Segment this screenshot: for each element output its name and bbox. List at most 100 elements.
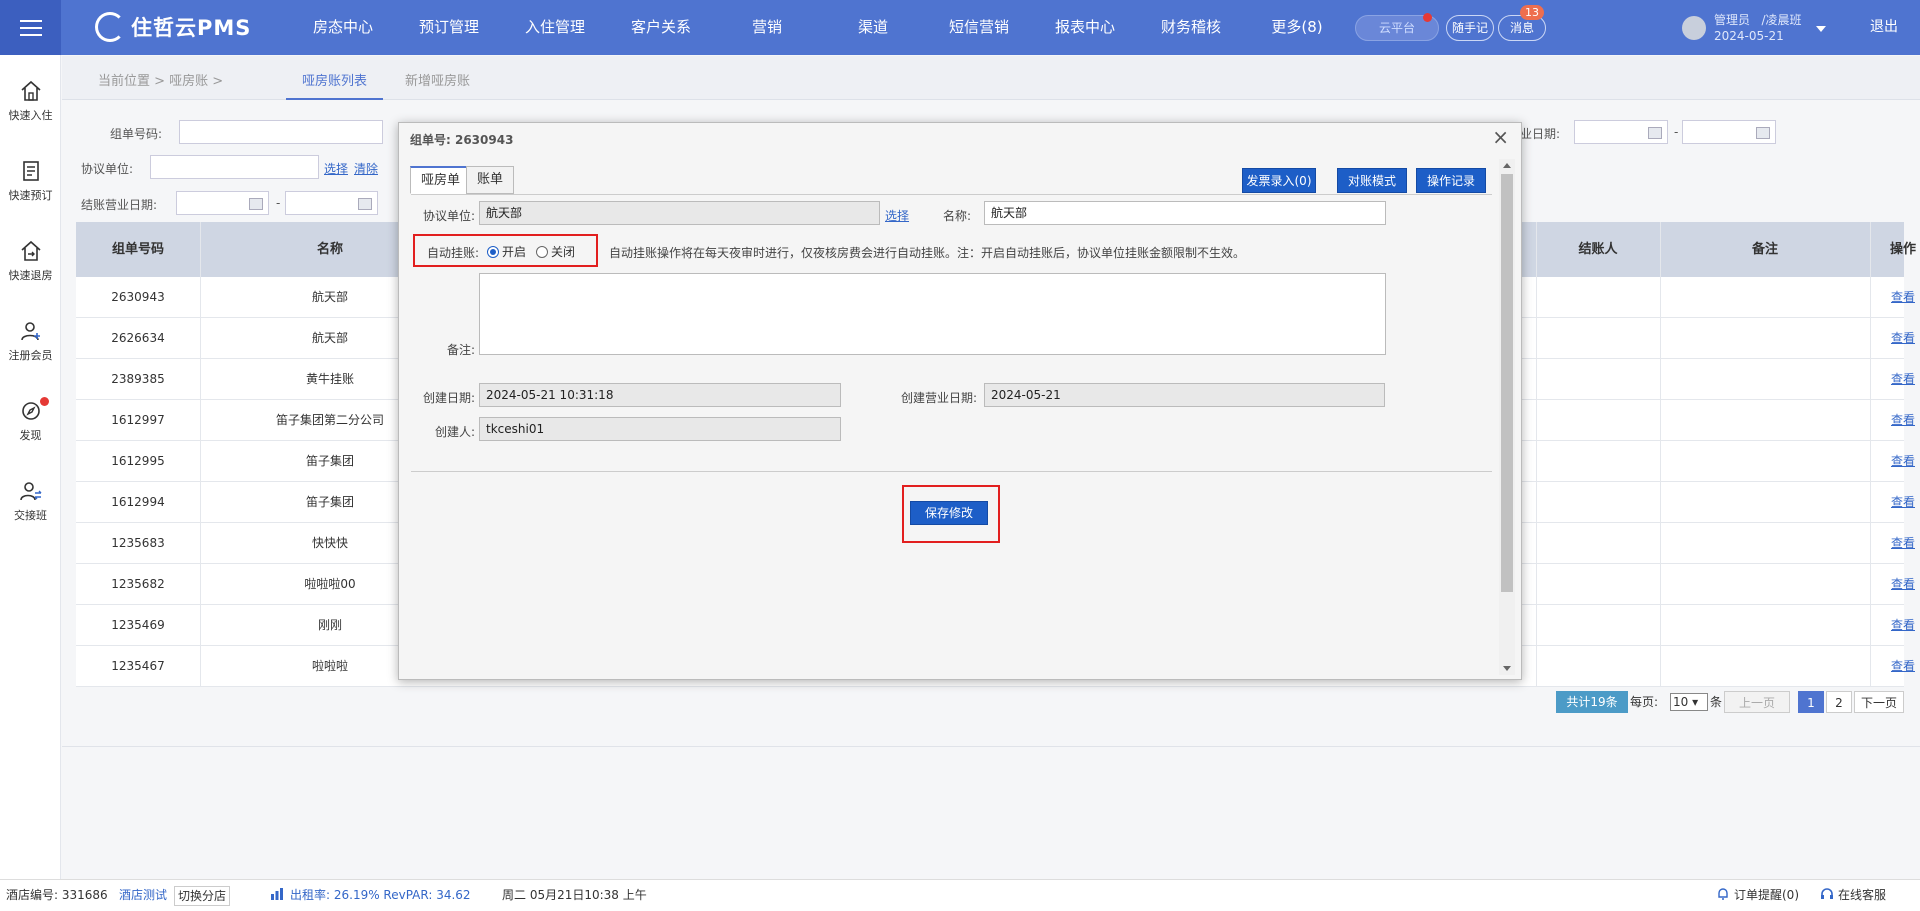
- select-agreement-link[interactable]: 选择: [885, 207, 909, 224]
- sidebar-item-label: 发现: [19, 429, 42, 442]
- auto-charge-note: 自动挂账操作将在每天夜审时进行，仅夜核房费会进行自动挂账。注：开启自动挂账后，协…: [609, 246, 1246, 260]
- cell-group-no: 1235683: [111, 536, 165, 550]
- avatar[interactable]: [1682, 16, 1706, 40]
- nav-room-status[interactable]: 房态中心: [290, 0, 396, 55]
- business-date-start[interactable]: [1574, 120, 1668, 144]
- sidebar-item-label: 交接班: [14, 509, 47, 522]
- nav-sms[interactable]: 短信营销: [926, 0, 1032, 55]
- name-label: 名称:: [942, 209, 971, 223]
- brand-logo: 住哲云PMS: [95, 12, 251, 42]
- sidebar-item-quick-booking[interactable]: 快速预订: [0, 159, 61, 203]
- reconcile-mode-button[interactable]: 对账模式: [1337, 168, 1407, 193]
- chevron-down-icon[interactable]: [1816, 26, 1826, 32]
- cloud-platform-button[interactable]: 云平台: [1355, 13, 1439, 41]
- dialog-scrollbar[interactable]: [1499, 159, 1515, 675]
- message-count-badge: 13: [1520, 5, 1544, 20]
- nav-finance[interactable]: 财务稽核: [1138, 0, 1244, 55]
- group-no-input[interactable]: [179, 120, 383, 144]
- creator-field: tkceshi01: [479, 417, 841, 441]
- auto-charge-label: 自动挂账:: [426, 246, 479, 260]
- tab-new-dummy-room[interactable]: 新增哑房账: [405, 70, 470, 89]
- nav-crm[interactable]: 客户关系: [608, 0, 714, 55]
- remark-textarea[interactable]: [479, 273, 1386, 355]
- logout-button[interactable]: 退出: [1870, 0, 1898, 55]
- logo-icon: [95, 12, 125, 42]
- section-divider: [411, 471, 1492, 472]
- view-link[interactable]: 查看: [1870, 646, 1920, 687]
- tab-dummy-room-list[interactable]: 哑房账列表: [285, 70, 384, 100]
- close-icon[interactable]: ×: [1492, 127, 1509, 147]
- prev-page-button[interactable]: 上一页: [1724, 691, 1790, 713]
- col-header-group-no: 组单号码: [111, 242, 164, 257]
- switch-branch-button[interactable]: 切换分店: [174, 886, 231, 906]
- tab-account[interactable]: 账单: [466, 166, 515, 194]
- nav-more[interactable]: 更多(8): [1244, 0, 1350, 55]
- view-link[interactable]: 查看: [1870, 400, 1920, 441]
- operation-log-button[interactable]: 操作记录: [1416, 168, 1486, 193]
- date-dash: -: [1674, 125, 1679, 139]
- auto-charge-off-radio[interactable]: 关闭: [536, 243, 575, 260]
- total-count: 共计19条: [1556, 691, 1628, 713]
- remark-label: 备注:: [446, 343, 475, 357]
- business-date-label: 业日期:: [1520, 127, 1561, 141]
- notification-dot: [40, 397, 49, 406]
- page-1-button[interactable]: 1: [1798, 691, 1824, 713]
- nav-checkin[interactable]: 入住管理: [502, 0, 608, 55]
- per-page-value: 10: [1673, 695, 1689, 709]
- view-link[interactable]: 查看: [1870, 441, 1920, 482]
- auto-charge-on-radio[interactable]: 开启: [487, 243, 526, 260]
- scroll-thumb[interactable]: [1501, 174, 1513, 592]
- chart-icon: [270, 880, 284, 910]
- top-navbar: 住哲云PMS 房态中心 预订管理 入住管理 客户关系 营销 渠道 短信营销 报表…: [0, 0, 1920, 55]
- view-link[interactable]: 查看: [1870, 564, 1920, 605]
- nav-channel[interactable]: 渠道: [820, 0, 926, 55]
- user-date: 2024-05-21: [1714, 29, 1784, 43]
- menu-toggle-icon[interactable]: [0, 0, 61, 55]
- next-page-button[interactable]: 下一页: [1854, 691, 1904, 713]
- tab-dummy-room-bill[interactable]: 哑房单: [410, 166, 472, 194]
- per-page-select[interactable]: 10 ▾: [1670, 693, 1708, 711]
- view-link[interactable]: 查看: [1870, 482, 1920, 523]
- sidebar-item-register-member[interactable]: 注册会员: [0, 319, 61, 363]
- nav-reports[interactable]: 报表中心: [1032, 0, 1138, 55]
- view-link[interactable]: 查看: [1870, 523, 1920, 564]
- settle-date-start[interactable]: [176, 191, 269, 215]
- clear-link[interactable]: 清除: [354, 160, 378, 177]
- view-link[interactable]: 查看: [1870, 605, 1920, 646]
- sidebar-item-discover[interactable]: 发现: [0, 397, 61, 443]
- hotel-name[interactable]: 酒店测试: [119, 880, 167, 910]
- name-field[interactable]: 航天部: [984, 201, 1386, 225]
- home-icon: [20, 80, 41, 101]
- discover-icon: [21, 402, 40, 420]
- invoice-entry-button[interactable]: 发票录入(0): [1242, 168, 1316, 193]
- online-service[interactable]: 在线客服: [1838, 880, 1886, 910]
- view-link[interactable]: 查看: [1870, 277, 1920, 318]
- nav-reservation[interactable]: 预订管理: [396, 0, 502, 55]
- view-link[interactable]: 查看: [1870, 359, 1920, 400]
- col-header-settler: 结账人: [1578, 242, 1618, 257]
- sidebar-item-quick-checkout[interactable]: 快速退房: [0, 239, 61, 283]
- sidebar-item-label: 快速入住: [8, 109, 53, 122]
- nav-marketing[interactable]: 营销: [714, 0, 820, 55]
- radio-off-icon: [536, 246, 548, 258]
- view-link[interactable]: 查看: [1870, 318, 1920, 359]
- save-changes-button[interactable]: 保存修改: [910, 501, 988, 525]
- business-date-end[interactable]: [1682, 120, 1776, 144]
- auto-charge-on-label: 开启: [502, 245, 527, 259]
- dialog-title: 组单号: 2630943: [410, 133, 514, 147]
- sidebar-item-shift-change[interactable]: 交接班: [0, 479, 61, 523]
- settle-date-label: 结账营业日期:: [81, 198, 158, 212]
- sidebar-item-label: 快速退房: [8, 269, 53, 282]
- page-2-button[interactable]: 2: [1826, 691, 1852, 713]
- headset-icon: [1820, 880, 1834, 910]
- select-link[interactable]: 选择: [324, 160, 348, 177]
- clipboard-icon: [22, 161, 39, 181]
- sidebar-item-quick-checkin[interactable]: 快速入住: [0, 79, 61, 123]
- notes-button[interactable]: 随手记: [1446, 15, 1494, 41]
- scroll-up-icon[interactable]: [1503, 163, 1511, 168]
- agreement-unit-input[interactable]: [150, 155, 319, 179]
- scroll-down-icon[interactable]: [1503, 666, 1511, 671]
- order-reminder[interactable]: 订单提醒(0): [1734, 880, 1799, 910]
- user-info[interactable]: 管理员 /凌晨班 2024-05-21: [1714, 12, 1802, 44]
- settle-date-end[interactable]: [285, 191, 378, 215]
